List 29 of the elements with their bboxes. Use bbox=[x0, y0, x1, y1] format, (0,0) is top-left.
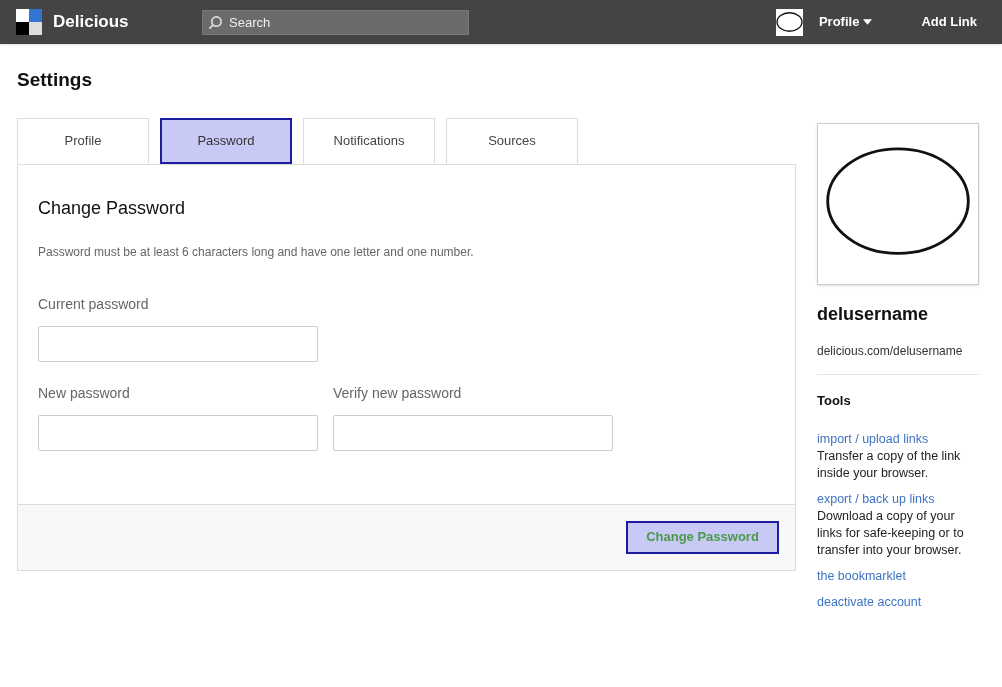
tools-heading: Tools bbox=[817, 392, 852, 410]
tool-link[interactable]: import / upload links bbox=[817, 430, 979, 448]
tool-description: Download a copy of your links for safe-keeping or to transfer into your browser. bbox=[817, 507, 965, 559]
brand-name[interactable]: Delicious bbox=[53, 9, 202, 35]
username: delusername bbox=[817, 303, 930, 326]
field-label: Current password bbox=[38, 294, 150, 314]
profile-menu[interactable]: Profile bbox=[818, 12, 873, 32]
settings-tab[interactable]: Profile bbox=[17, 117, 149, 164]
field-label: New password bbox=[38, 383, 131, 403]
add-link-button[interactable]: Add Link bbox=[921, 12, 977, 32]
tool-link[interactable]: export / back up links bbox=[817, 490, 979, 508]
settings-tab[interactable]: Sources bbox=[446, 117, 578, 164]
tool-link[interactable]: deactivate account bbox=[817, 593, 979, 611]
password-hint: Password must be at least 6 characters long and have one letter and one number. bbox=[38, 243, 475, 261]
field-label: Verify new password bbox=[333, 383, 463, 403]
tool-link[interactable]: the bookmarklet bbox=[817, 567, 979, 585]
password-field[interactable] bbox=[38, 414, 318, 451]
settings-tab[interactable]: Password bbox=[160, 117, 292, 164]
caret-icon bbox=[863, 19, 873, 25]
search-icon bbox=[208, 14, 223, 30]
password-field[interactable] bbox=[38, 325, 318, 362]
page-title: Settings bbox=[17, 68, 93, 92]
settings-tab[interactable]: Notifications bbox=[303, 117, 435, 164]
section-title: Change Password bbox=[38, 196, 187, 220]
search-field[interactable]: Search bbox=[202, 9, 469, 35]
tool-description: Transfer a copy of the link inside your browser. bbox=[817, 447, 962, 482]
logo-icon bbox=[16, 9, 42, 35]
profile-url: delicious.com/delusername bbox=[817, 342, 979, 375]
password-field[interactable] bbox=[333, 414, 613, 451]
